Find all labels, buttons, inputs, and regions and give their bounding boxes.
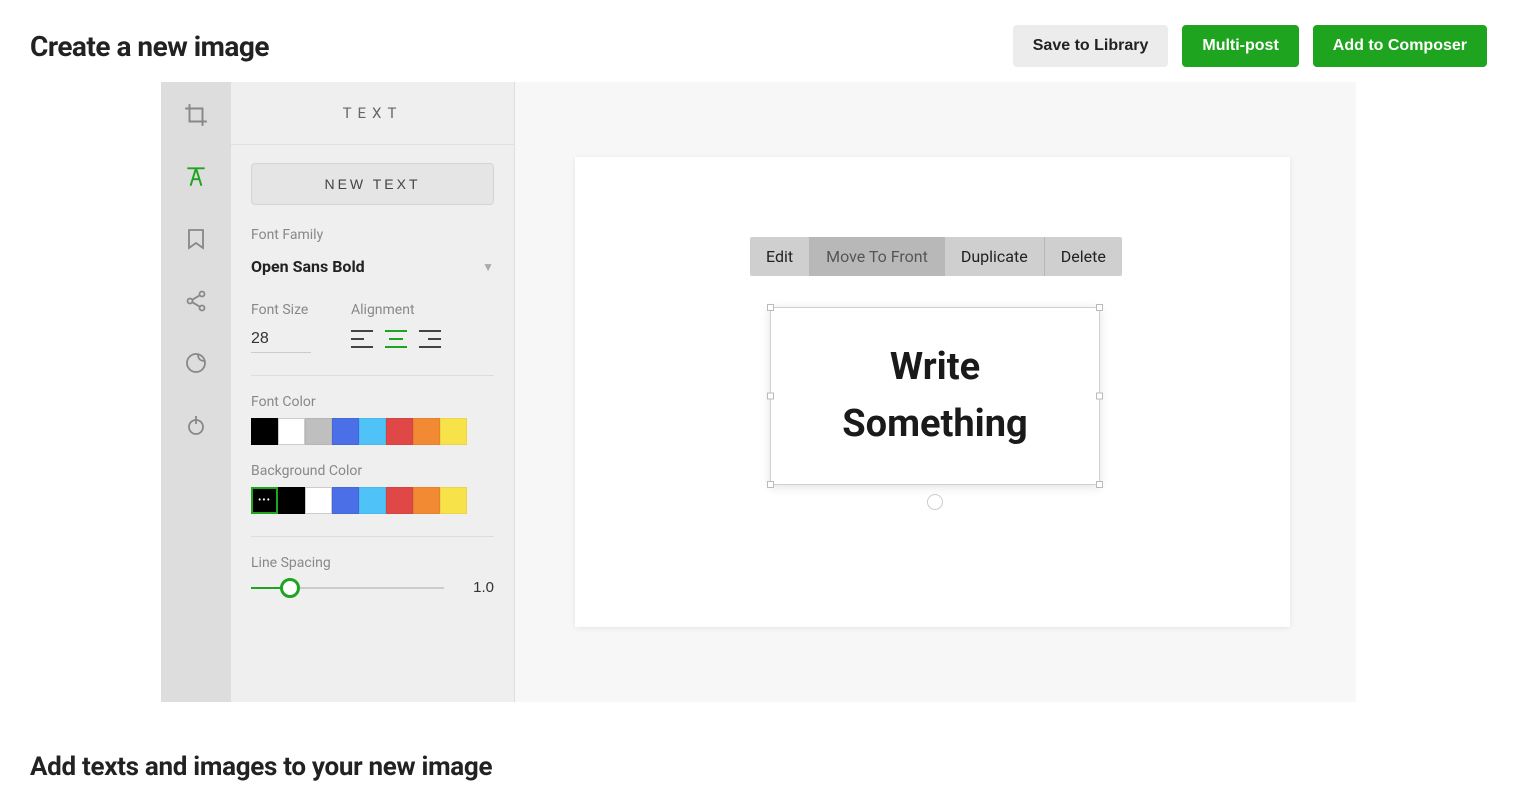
text-panel: TEXT NEW TEXT Font Family Open Sans Bold… [231,82,515,702]
resize-handle-bl[interactable] [767,481,774,488]
canvas-area[interactable]: Edit Move To Front Duplicate Delete Writ… [515,82,1356,702]
section-heading: Add texts and images to your new image [0,702,1517,792]
add-to-composer-button[interactable]: Add to Composer [1313,25,1487,67]
background-color-swatch[interactable] [305,487,332,514]
editor: TEXT NEW TEXT Font Family Open Sans Bold… [161,82,1356,702]
font-family-value: Open Sans Bold [251,257,365,276]
font-size-input[interactable] [251,326,311,353]
font-family-select[interactable]: Open Sans Bold ▼ [251,251,494,286]
sticker-icon[interactable] [181,348,211,378]
new-text-button[interactable]: NEW TEXT [251,163,494,205]
background-color-label: Background Color [251,463,494,479]
resize-handle-mr[interactable] [1096,393,1103,400]
power-icon[interactable] [181,410,211,440]
duplicate-button[interactable]: Duplicate [945,237,1045,276]
resize-handle-tl[interactable] [767,304,774,311]
save-to-library-button[interactable]: Save to Library [1013,25,1169,67]
font-color-swatch[interactable] [278,418,305,445]
line-spacing-value[interactable] [458,579,494,596]
divider [251,375,494,376]
line-spacing-label: Line Spacing [251,555,494,571]
move-to-front-button[interactable]: Move To Front [810,237,945,276]
multi-post-button[interactable]: Multi-post [1182,25,1298,67]
resize-handle-br[interactable] [1096,481,1103,488]
font-color-swatch[interactable] [359,418,386,445]
font-color-swatch[interactable] [440,418,467,445]
share-icon[interactable] [181,286,211,316]
font-color-label: Font Color [251,394,494,410]
panel-title: TEXT [231,82,514,145]
background-color-swatch[interactable] [440,487,467,514]
background-color-swatches: ••• [251,487,494,514]
page-title: Create a new image [30,30,269,63]
slider-thumb[interactable] [280,578,300,598]
alignment-label: Alignment [351,302,441,318]
background-color-swatch[interactable] [278,487,305,514]
font-color-swatch[interactable] [332,418,359,445]
text-element[interactable]: WriteSomething [770,307,1100,485]
context-toolbar: Edit Move To Front Duplicate Delete [750,237,1122,276]
edit-button[interactable]: Edit [750,237,810,276]
bookmark-icon[interactable] [181,224,211,254]
crop-icon[interactable] [181,100,211,130]
header-actions: Save to Library Multi-post Add to Compos… [1013,25,1487,67]
background-color-swatch[interactable] [386,487,413,514]
divider [251,536,494,537]
rotate-handle[interactable] [927,494,943,510]
background-color-swatch[interactable] [413,487,440,514]
resize-handle-ml[interactable] [767,393,774,400]
align-right-button[interactable] [419,330,441,348]
text-element-content: WriteSomething [842,339,1028,453]
line-spacing-slider[interactable] [251,587,444,589]
font-color-swatch[interactable] [386,418,413,445]
align-center-button[interactable] [385,330,407,348]
background-color-swatch[interactable]: ••• [251,487,278,514]
font-color-swatch[interactable] [305,418,332,445]
align-left-button[interactable] [351,330,373,348]
font-color-swatch[interactable] [251,418,278,445]
chevron-down-icon: ▼ [482,260,494,274]
delete-button[interactable]: Delete [1045,237,1122,276]
font-family-label: Font Family [251,227,494,243]
text-tool-icon[interactable] [181,162,211,192]
background-color-swatch[interactable] [359,487,386,514]
background-color-swatch[interactable] [332,487,359,514]
font-color-swatches [251,418,494,445]
resize-handle-tr[interactable] [1096,304,1103,311]
tool-sidebar [161,82,231,702]
font-color-swatch[interactable] [413,418,440,445]
font-size-label: Font Size [251,302,311,318]
